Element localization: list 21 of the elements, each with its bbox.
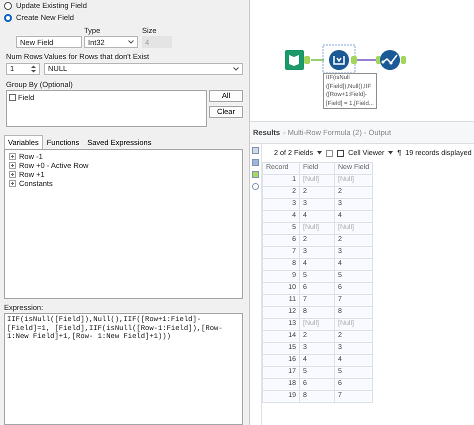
selection-frame	[322, 44, 356, 74]
info-icon[interactable]	[252, 183, 259, 190]
book-icon[interactable]	[285, 50, 304, 70]
formula-tool-icon[interactable]	[329, 50, 349, 70]
radio-button[interactable]	[4, 2, 12, 10]
toggle-icon[interactable]	[337, 150, 344, 156]
expand-icon[interactable]	[9, 162, 16, 169]
caret-icon[interactable]	[128, 40, 134, 44]
connection-line	[357, 59, 379, 61]
checkbox-icon[interactable]	[326, 150, 334, 156]
caret-icon[interactable]	[233, 66, 239, 70]
dropdown-arrow-icon[interactable]	[317, 151, 322, 155]
expand-icon[interactable]	[9, 180, 16, 187]
browse-tool-icon[interactable]	[380, 50, 400, 70]
expand-icon[interactable]	[9, 171, 16, 178]
dropdown-arrow-icon[interactable]	[388, 151, 394, 155]
connection-line	[311, 59, 324, 61]
checkbox[interactable]	[9, 94, 16, 101]
spinner-arrows-icon[interactable]	[31, 64, 36, 72]
radio-button[interactable]	[4, 14, 12, 22]
expand-icon[interactable]	[9, 153, 16, 160]
